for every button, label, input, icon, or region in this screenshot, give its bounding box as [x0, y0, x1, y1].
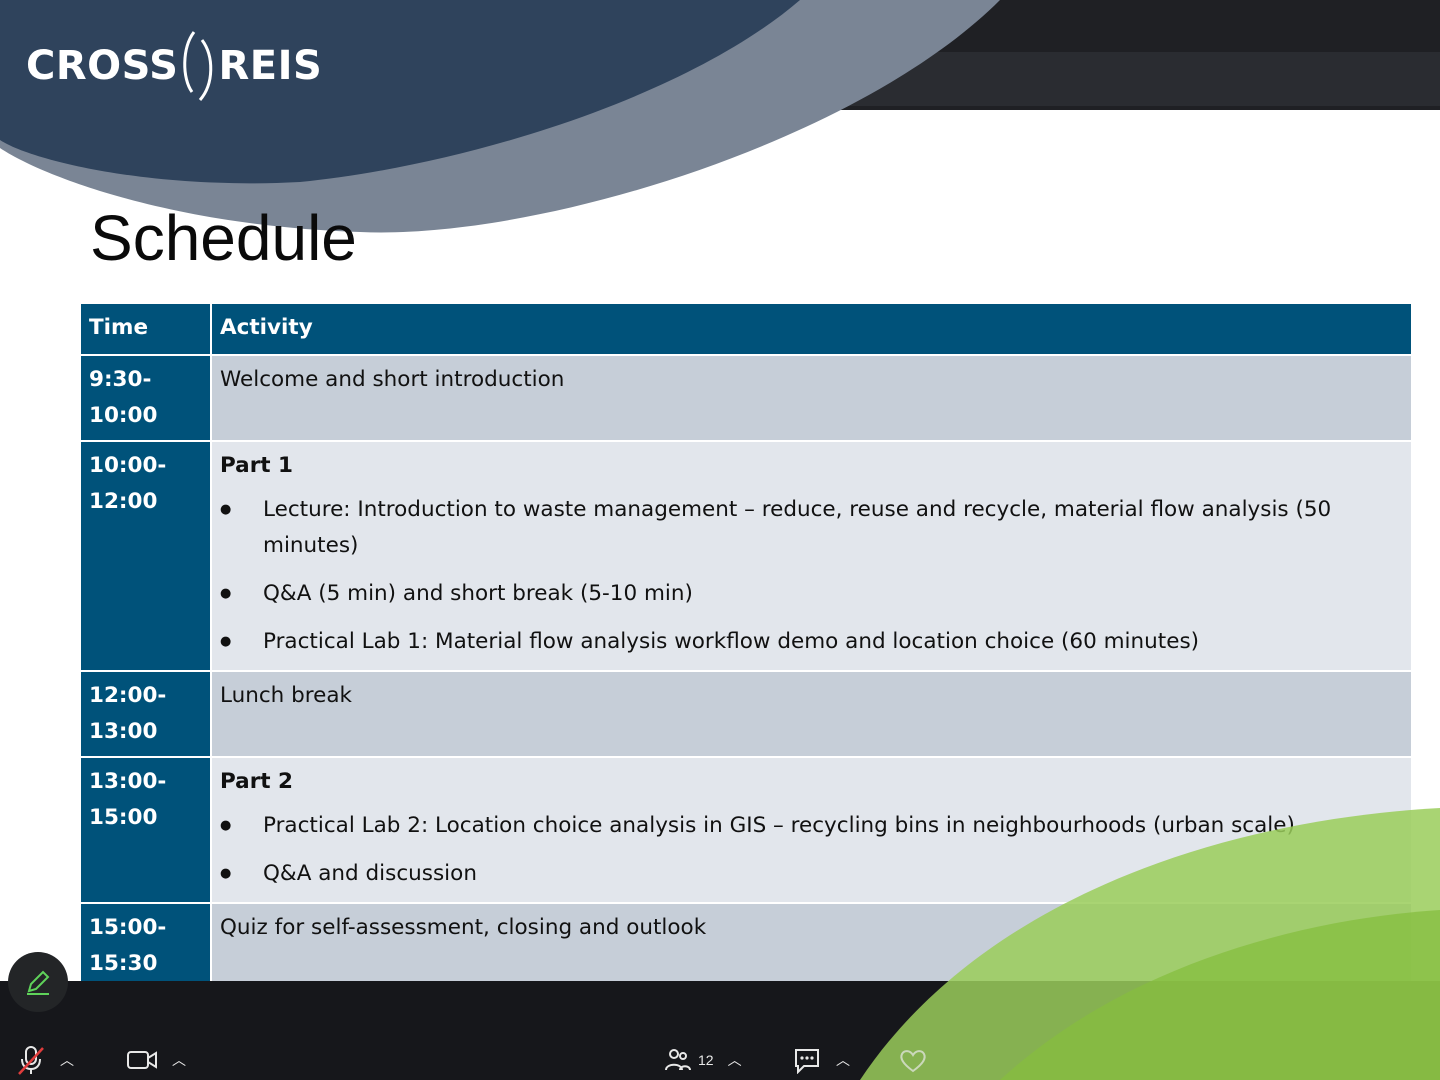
participants-count: 12 [698, 1052, 714, 1068]
chevron-up-icon[interactable]: ︿ [836, 1050, 850, 1070]
activity-cell: Part 1 Lecture: Introduction to waste ma… [210, 440, 1413, 672]
reactions-button[interactable] [898, 1046, 928, 1074]
mute-button[interactable]: ︿ [16, 1044, 74, 1076]
table-row: 9:30- 10:00 Welcome and short introducti… [79, 354, 1413, 442]
logo-text-cross: CROSS [26, 43, 179, 89]
cross-reis-logo: CROSS REIS [26, 28, 322, 104]
reaction-icon [900, 1050, 926, 1073]
participants-icon [665, 1049, 691, 1071]
header-activity: Activity [210, 302, 1413, 356]
mic-muted-icon [18, 1046, 44, 1075]
camera-icon [127, 1051, 157, 1069]
list-item: Practical Lab 1: Material flow analysis … [220, 624, 1403, 660]
chevron-up-icon[interactable]: ︿ [60, 1050, 74, 1070]
time-end: 12:00 [89, 489, 158, 514]
slide-title: Schedule [90, 202, 357, 274]
activity-cell: Lunch break [210, 670, 1413, 758]
time-start: 10:00- [89, 453, 167, 478]
time-cell: 15:00- 15:30 [79, 902, 212, 990]
activity-cell: Part 2 Practical Lab 2: Location choice … [210, 756, 1413, 904]
list-item: Q&A and discussion [220, 856, 1403, 892]
time-end: 13:00 [89, 719, 158, 744]
logo-mark-icon [183, 31, 213, 101]
part-title: Part 1 [220, 453, 294, 478]
chevron-up-icon[interactable]: ︿ [728, 1050, 742, 1070]
time-start: 15:00- [89, 915, 167, 940]
participants-button[interactable]: 12 ︿ [664, 1046, 742, 1074]
time-end: 15:00 [89, 805, 158, 830]
annotate-button[interactable] [8, 952, 68, 1012]
list-item: Practical Lab 2: Location choice analysi… [220, 808, 1403, 844]
list-item: Q&A (5 min) and short break (5-10 min) [220, 576, 1403, 612]
table-row: 12:00- 13:00 Lunch break [79, 670, 1413, 758]
list-item: Lecture: Introduction to waste managemen… [220, 492, 1403, 564]
activity-cell: Quiz for self-assessment, closing and ou… [210, 902, 1413, 990]
time-end: 15:30 [89, 951, 158, 976]
table-row: 10:00- 12:00 Part 1 Lecture: Introductio… [79, 440, 1413, 672]
time-cell: 9:30- 10:00 [79, 354, 212, 442]
table-row: 13:00- 15:00 Part 2 Practical Lab 2: Loc… [79, 756, 1413, 904]
time-start: 9:30- [89, 367, 152, 392]
logo-text-reis: REIS [218, 43, 323, 89]
header-time: Time [79, 302, 212, 356]
time-cell: 12:00- 13:00 [79, 670, 212, 758]
activity-list: Practical Lab 2: Location choice analysi… [220, 808, 1403, 892]
table-header-row: Time Activity [79, 302, 1413, 356]
table-row: 15:00- 15:30 Quiz for self-assessment, c… [79, 902, 1413, 990]
time-cell: 10:00- 12:00 [79, 440, 212, 672]
video-button[interactable]: ︿ [126, 1048, 186, 1072]
time-cell: 13:00- 15:00 [79, 756, 212, 904]
time-start: 13:00- [89, 769, 167, 794]
pencil-icon [27, 970, 50, 995]
time-end: 10:00 [89, 403, 158, 428]
time-start: 12:00- [89, 683, 167, 708]
chat-icon [795, 1049, 819, 1074]
activity-list: Lecture: Introduction to waste managemen… [220, 492, 1403, 660]
part-title: Part 2 [220, 769, 294, 794]
activity-cell: Welcome and short introduction [210, 354, 1413, 442]
schedule-table: Time Activity 9:30- 10:00 Welcome and sh… [79, 302, 1413, 990]
chevron-up-icon[interactable]: ︿ [172, 1050, 186, 1070]
chat-button[interactable]: ︿ [792, 1046, 850, 1074]
